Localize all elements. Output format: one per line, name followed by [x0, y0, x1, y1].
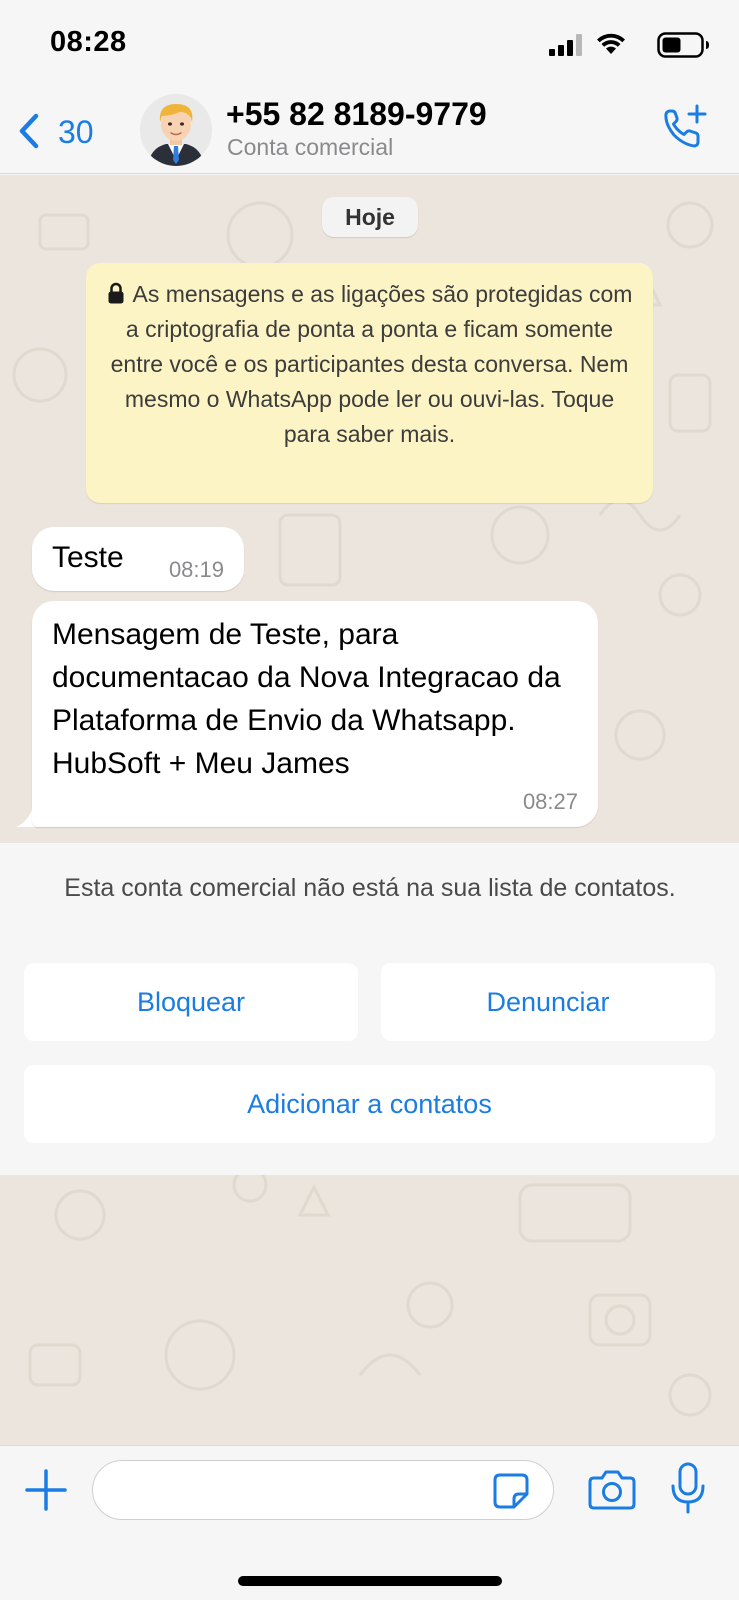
- chat-header: 30 +55 82 8189-9779 Conta comercial: [0, 88, 739, 174]
- status-bar: 08:28: [0, 0, 739, 88]
- date-chip: Hoje: [322, 197, 418, 237]
- message-bubble[interactable]: Mensagem de Teste, para documentacao da …: [32, 601, 598, 827]
- add-to-contacts-button[interactable]: Adicionar a contatos: [24, 1065, 715, 1143]
- camera-icon[interactable]: [588, 1468, 636, 1510]
- encryption-notice[interactable]: As mensagens e as ligações são protegida…: [86, 263, 653, 503]
- signal-icon: [549, 34, 582, 56]
- message-time: 08:19: [168, 557, 224, 582]
- avatar-illustration: [140, 94, 212, 166]
- contact-name[interactable]: +55 82 8189-9779: [226, 96, 487, 133]
- block-button[interactable]: Bloquear: [24, 963, 358, 1041]
- call-add-icon[interactable]: [659, 102, 709, 152]
- back-button[interactable]: 30: [12, 106, 108, 156]
- report-button[interactable]: Denunciar: [381, 963, 715, 1041]
- business-contact-panel: Esta conta comercial não está na sua lis…: [0, 843, 739, 1175]
- input-bar: [0, 1445, 739, 1600]
- home-indicator[interactable]: [238, 1576, 502, 1586]
- microphone-icon[interactable]: [670, 1462, 706, 1514]
- chevron-left-icon: [19, 113, 39, 149]
- message-text: Mensagem de Teste, para documentacao da …: [52, 618, 561, 780]
- encryption-notice-text: As mensagens e as ligações são protegida…: [110, 281, 633, 447]
- message-time: 08:27: [522, 789, 578, 814]
- chat-area[interactable]: Hoje As mensagens e as ligações são prot…: [0, 175, 739, 1445]
- lock-icon: [108, 282, 124, 304]
- plus-icon[interactable]: [24, 1468, 68, 1512]
- message-bubble[interactable]: Teste 08:19: [32, 527, 244, 591]
- message-input[interactable]: [92, 1460, 554, 1520]
- status-icons: [541, 30, 711, 60]
- unread-count: 30: [58, 114, 94, 150]
- sticker-icon[interactable]: [492, 1472, 530, 1510]
- battery-icon: [657, 32, 709, 58]
- business-notice-text: Esta conta comercial não está na sua lis…: [64, 874, 676, 902]
- status-time: 08:28: [50, 26, 127, 58]
- avatar[interactable]: [140, 94, 212, 166]
- message-text: Teste: [52, 541, 124, 574]
- contact-subtitle: Conta comercial: [227, 134, 394, 160]
- wifi-icon: [597, 33, 625, 54]
